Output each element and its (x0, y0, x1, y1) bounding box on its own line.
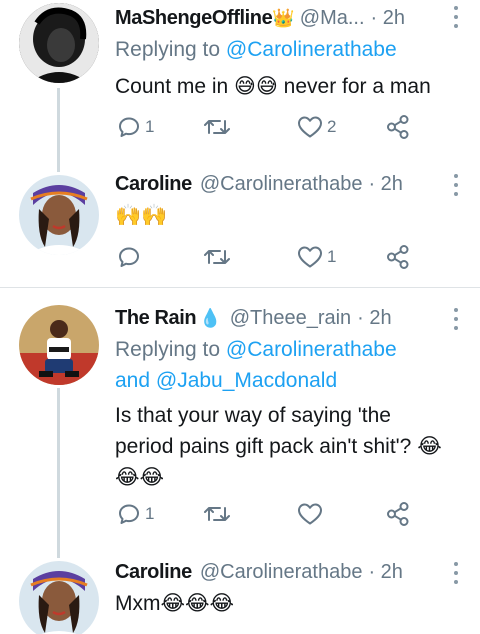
author-handle[interactable]: @Theee_rain (230, 302, 351, 334)
like-button[interactable]: 1 (297, 242, 336, 272)
retweet-button[interactable] (203, 242, 231, 272)
replying-and: and (115, 369, 156, 392)
droplet-emoji: 💧 (199, 308, 222, 328)
retweet-icon (204, 507, 230, 521)
reply-count: 1 (145, 504, 155, 523)
tweet-text: Count me in 😅😅 never for a man (115, 75, 431, 98)
tweet-text-line: 😂😂 (115, 466, 165, 489)
reply-icon (119, 247, 139, 267)
timestamp[interactable]: · 2h (368, 556, 402, 588)
tweet-text-line: Is that your way of saying 'the (115, 404, 391, 427)
retweet-icon (204, 250, 230, 264)
avatar[interactable] (19, 3, 99, 83)
tweet-text: 🙌🙌 (115, 204, 168, 227)
replying-prefix: Replying to (115, 38, 226, 61)
replying-to: Replying to @Carolinerathabe (115, 334, 468, 365)
reply-button[interactable] (117, 242, 145, 272)
like-count: 1 (327, 247, 337, 266)
tweet-text: Mxm😂😂😂 (115, 592, 235, 615)
more-icon[interactable] (454, 308, 460, 330)
more-icon[interactable] (454, 562, 460, 584)
mention-link[interactable]: @Jabu_Macdonald (156, 369, 337, 392)
avatar[interactable] (19, 561, 99, 634)
author-name[interactable]: MaShengeOffline (115, 2, 273, 34)
tweet-mashengeoffline[interactable]: MaShengeOffline 👑 @Ma... · 2h Replying t… (0, 0, 480, 160)
replying-to-second: and @Jabu_Macdonald (115, 365, 468, 396)
crown-emoji: 👑 (272, 8, 295, 28)
more-icon[interactable] (454, 174, 460, 196)
reply-button[interactable]: 1 (117, 112, 154, 142)
retweet-icon (204, 120, 230, 134)
tweet-caroline-reply[interactable]: Caroline @Carolinerathabe · 2h Mxm😂😂😂 (0, 548, 480, 634)
mention-link[interactable]: @Carolinerathabe (226, 38, 397, 61)
timestamp[interactable]: · 2h (368, 168, 402, 200)
share-icon (387, 502, 409, 526)
like-icon (298, 116, 322, 138)
like-button[interactable] (297, 499, 327, 529)
timestamp[interactable]: · 2h (371, 2, 405, 34)
retweet-button[interactable] (203, 112, 231, 142)
reply-icon (119, 504, 139, 524)
share-button[interactable] (385, 499, 411, 529)
reply-icon (119, 117, 139, 137)
more-icon[interactable] (454, 6, 460, 28)
like-icon (298, 246, 322, 268)
tweet-text-line: period pains gift pack ain't shit'? 😂 (115, 435, 442, 458)
author-name[interactable]: The Rain (115, 302, 197, 334)
replying-to: Replying to @Carolinerathabe (115, 34, 468, 65)
author-handle[interactable]: @Carolinerathabe (200, 556, 363, 588)
share-button[interactable] (385, 112, 411, 142)
tweet-the-rain[interactable]: The Rain 💧 @Theee_rain · 2h Replying to … (0, 288, 480, 548)
mention-link[interactable]: @Carolinerathabe (226, 338, 397, 361)
like-icon (298, 503, 322, 525)
share-icon (387, 245, 409, 269)
share-button[interactable] (385, 242, 411, 272)
reply-count: 1 (145, 117, 155, 136)
tweet-caroline[interactable]: Caroline @Carolinerathabe · 2h 🙌🙌 1 (0, 160, 480, 285)
replying-prefix: Replying to (115, 338, 226, 361)
like-button[interactable]: 2 (297, 112, 336, 142)
like-count: 2 (327, 117, 337, 136)
share-icon (387, 115, 409, 139)
avatar[interactable] (19, 175, 99, 255)
avatar[interactable] (19, 305, 99, 385)
author-handle[interactable]: @Carolinerathabe (200, 168, 363, 200)
timestamp[interactable]: · 2h (357, 302, 391, 334)
author-handle[interactable]: @Ma... (300, 2, 365, 34)
reply-button[interactable]: 1 (117, 499, 154, 529)
author-name[interactable]: Caroline (115, 168, 192, 200)
retweet-button[interactable] (203, 499, 231, 529)
author-name[interactable]: Caroline (115, 556, 192, 588)
